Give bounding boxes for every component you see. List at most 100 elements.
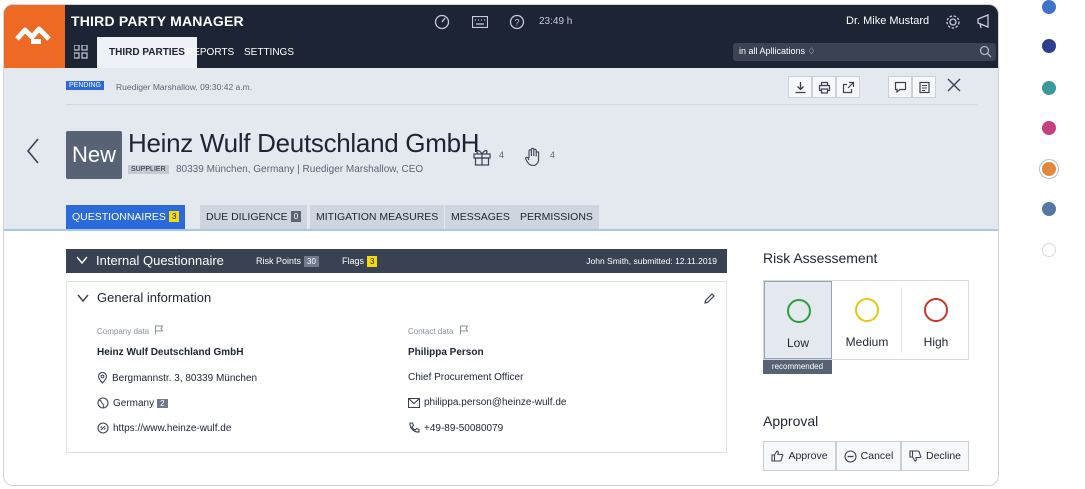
questionnaire-title: Internal Questionnaire: [96, 253, 224, 268]
tab-due-diligence[interactable]: DUE DILIGENCE 0: [200, 205, 308, 229]
pencil-icon[interactable]: [703, 292, 716, 305]
announcement-icon[interactable]: [976, 14, 993, 30]
top-bar: THIRD PARTY MANAGER THIRD PARTIES REPORT…: [4, 5, 998, 68]
location-pin-icon: [97, 372, 108, 384]
approve-button[interactable]: Approve: [763, 441, 836, 471]
cancel-label: Cancel: [860, 450, 894, 462]
download-icon: [795, 81, 805, 93]
search-scope-select[interactable]: in all Apllications ♢: [739, 46, 816, 57]
share-button[interactable]: [836, 76, 860, 98]
mail-icon: [408, 397, 420, 408]
cancel-circle-icon: [844, 449, 857, 463]
clock-time: 23:49 h: [539, 16, 573, 27]
close-icon[interactable]: [947, 78, 961, 92]
nav-tab-settings[interactable]: SETTINGS: [232, 37, 306, 68]
risk-points-label: Risk Points: [256, 256, 302, 266]
questionnaire-meta: John Smith, submitted: 12.11.2019: [586, 256, 717, 266]
flag-icon[interactable]: [459, 325, 469, 335]
tab-questionnaires-badge: 3: [168, 211, 180, 222]
help-icon[interactable]: ?: [509, 14, 525, 30]
entity-type-badge: SUPPLIER: [128, 165, 169, 174]
approval-title: Approval: [763, 413, 819, 429]
status-text: Ruediger Marshallow, 09:30:42 a.m.: [116, 82, 253, 92]
color-swatch-magenta[interactable]: [1042, 121, 1056, 135]
gift-icon: [473, 150, 491, 166]
risk-option-low-label: Low: [786, 336, 809, 350]
globe-icon: [97, 397, 109, 409]
gear-icon[interactable]: [945, 14, 961, 30]
green-circle-icon: [787, 299, 811, 323]
comment-button[interactable]: [888, 76, 912, 98]
svg-text:?: ?: [514, 18, 519, 28]
search-input[interactable]: in all Apllications ♢: [733, 43, 996, 61]
risk-option-medium[interactable]: Medium: [833, 281, 901, 359]
tab-due-diligence-badge: 0: [290, 211, 302, 222]
tab-mitigation-measures[interactable]: MITIGATION MEASURES: [310, 205, 445, 229]
back-chevron-icon[interactable]: [26, 138, 40, 164]
decline-label: Decline: [925, 450, 962, 462]
risk-option-low[interactable]: Low: [764, 281, 832, 359]
tab-questionnaires-label: QUESTIONNAIRES: [72, 211, 166, 223]
hand-counter[interactable]: 4: [523, 147, 555, 172]
thumbs-down-icon: [909, 450, 922, 462]
general-info-card: General information Company data Heinz W…: [66, 281, 727, 453]
grid-menu-icon[interactable]: [74, 45, 88, 59]
keyboard-icon[interactable]: [472, 16, 488, 28]
contact-data-label: Contact data: [408, 325, 469, 336]
chevron-down-icon[interactable]: [77, 294, 89, 303]
app-logo[interactable]: [4, 5, 65, 68]
approve-label: Approve: [788, 450, 828, 462]
color-swatch-orange-selected[interactable]: [1042, 162, 1056, 176]
flags-label: Flags: [342, 256, 365, 266]
contact-email-text[interactable]: philippa.person@heinze-wulf.de: [424, 397, 566, 408]
questionnaire-header[interactable]: Internal Questionnaire Risk Points 30 Fla…: [66, 249, 727, 273]
red-circle-icon: [924, 298, 948, 322]
company-data-label: Company data: [97, 325, 164, 336]
color-swatch-blue[interactable]: [1042, 0, 1056, 14]
contact-data-label-text: Contact data: [408, 327, 454, 336]
country-risk-badge: 2: [157, 398, 168, 408]
search-icon[interactable]: [979, 45, 992, 58]
page-title: Heinz Wulf Deutschland GmbH: [128, 128, 480, 158]
gift-count: 4: [499, 150, 505, 160]
company-address: Bergmannstr. 3, 80339 München: [97, 372, 257, 384]
tab-questionnaires[interactable]: QUESTIONNAIRES 3: [66, 205, 186, 229]
color-swatch-navy[interactable]: [1042, 39, 1056, 53]
app-title: THIRD PARTY MANAGER: [71, 13, 244, 29]
share-icon: [842, 81, 854, 93]
comment-icon: [894, 81, 906, 93]
contact-name: Philippa Person: [408, 347, 484, 358]
chevron-down-icon[interactable]: [76, 256, 88, 265]
color-swatch-slate[interactable]: [1042, 202, 1056, 216]
entity-subtitle: 80339 München, Germany | Ruediger Marsha…: [176, 164, 424, 175]
download-button[interactable]: [788, 76, 812, 98]
tab-permissions[interactable]: PERMISSIONS: [514, 205, 599, 229]
company-website-text[interactable]: https://www.heinze-wulf.de: [113, 423, 231, 434]
recommended-badge: recommended: [763, 360, 832, 374]
contact-phone[interactable]: +49-89-50080079: [408, 422, 503, 434]
dashboard-gauge-icon[interactable]: [434, 14, 450, 30]
header-separator: [66, 104, 977, 105]
tab-messages[interactable]: MESSAGES: [445, 205, 516, 229]
company-website[interactable]: https://www.heinze-wulf.de: [97, 422, 231, 434]
risk-points-value: 30: [304, 256, 319, 267]
gifts-counter[interactable]: 4: [472, 147, 504, 171]
color-swatch-white[interactable]: [1042, 243, 1056, 257]
notes-button[interactable]: [912, 76, 936, 98]
user-name[interactable]: Dr. Mike Mustard: [846, 15, 929, 27]
risk-option-high-label: High: [923, 335, 949, 349]
risk-points: Risk Points 30: [256, 256, 319, 267]
flag-icon[interactable]: [154, 325, 164, 335]
hand-icon: [525, 147, 540, 167]
contact-phone-text[interactable]: +49-89-50080079: [424, 423, 503, 434]
risk-assessment-selector: Low Medium High: [763, 280, 969, 360]
color-swatch-teal[interactable]: [1042, 81, 1056, 95]
decline-button[interactable]: Decline: [901, 441, 969, 471]
cancel-button[interactable]: Cancel: [836, 441, 901, 471]
contact-email[interactable]: philippa.person@heinze-wulf.de: [408, 397, 566, 408]
print-button[interactable]: [812, 76, 836, 98]
status-badge: PENDING: [66, 81, 104, 90]
flags-value: 3: [367, 256, 378, 267]
phone-icon: [409, 422, 420, 433]
risk-option-high[interactable]: High: [902, 281, 970, 359]
